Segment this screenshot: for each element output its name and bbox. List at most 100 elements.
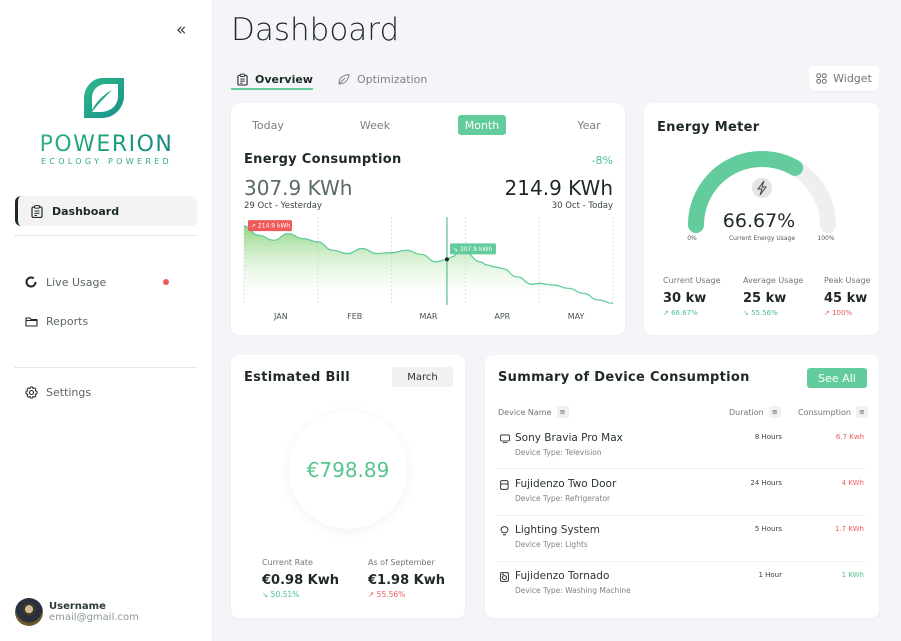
- tab-optimization[interactable]: Optimization: [337, 68, 427, 90]
- sidebar-item-dashboard[interactable]: Dashboard: [15, 196, 197, 226]
- folder-icon: [24, 314, 38, 328]
- estimated-bill-title: Estimated Bill: [244, 370, 350, 385]
- stat-label: Current Rate: [262, 558, 313, 567]
- device-summary-card: Summary of Device Consumption See All De…: [485, 355, 879, 618]
- widget-button[interactable]: Widget: [809, 66, 879, 91]
- device-row[interactable]: Fujidenzo Tornado Device Type: Washing M…: [498, 569, 866, 615]
- bill-amount: €798.89: [289, 411, 407, 529]
- column-device-name: Device Name ≡: [498, 406, 569, 418]
- loading-circle-icon: [24, 275, 38, 289]
- energy-meter-title: Energy Meter: [657, 120, 760, 135]
- see-all-button[interactable]: See All: [807, 368, 867, 388]
- peak-tag-label: ↗ 214.9 kWh: [251, 223, 290, 230]
- period-week[interactable]: Week: [352, 115, 398, 135]
- sidebar-item-label: Settings: [46, 385, 92, 399]
- current-rate-stat: Current Rate €0.98 Kwh ↘ 50.51%: [262, 558, 339, 599]
- period-month[interactable]: Month: [458, 115, 506, 135]
- device-row[interactable]: Sony Bravia Pro Max Device Type: Televis…: [498, 431, 866, 477]
- september-rate-stat: As of September €1.98 Kwh ↗ 55.56%: [368, 558, 445, 599]
- device-type: Device Type: Television: [515, 448, 602, 457]
- today-label: 30 Oct - Today: [551, 201, 613, 211]
- stat-label: Average Usage: [743, 276, 804, 285]
- sort-icon[interactable]: ≡: [768, 406, 781, 418]
- energy-consumption-card: Today Week Month Year Energy Consumption…: [231, 103, 625, 335]
- trend-up-icon: ↗: [824, 309, 833, 317]
- washer-icon: [500, 572, 510, 582]
- device-duration: 8 Hours: [754, 433, 782, 441]
- user-name: Username: [49, 601, 106, 612]
- device-type: Device Type: Lights: [515, 540, 588, 549]
- gauge-caption: Current Energy Usage: [729, 235, 795, 242]
- device-name: Fujidenzo Two Door: [515, 478, 617, 490]
- sidebar-item-label: Reports: [46, 314, 89, 328]
- sidebar-item-settings[interactable]: Settings: [24, 382, 184, 402]
- sort-icon[interactable]: ≡: [855, 406, 868, 418]
- tab-overview[interactable]: Overview: [237, 68, 313, 90]
- device-row[interactable]: Fujidenzo Two Door Device Type: Refriger…: [498, 477, 866, 523]
- energy-consumption-chart[interactable]: ↗ 214.9 kWh ↘ 307.9 kWh JAN FEB MAR APR MAY: [231, 213, 625, 335]
- brand-name: POWERION: [0, 132, 213, 157]
- sidebar: « POWERION ECOLOGY POWERED Dashboard Liv…: [0, 0, 213, 641]
- device-row[interactable]: Lighting System Device Type: Lights 5 Ho…: [498, 523, 866, 569]
- column-label: Device Name: [498, 407, 552, 417]
- stat-value: €1.98 Kwh: [368, 573, 445, 588]
- device-duration: 5 Hours: [754, 525, 782, 533]
- gear-icon: [24, 385, 38, 399]
- device-consumption: 1 KWh: [841, 571, 864, 579]
- column-label: Duration: [729, 407, 764, 417]
- stat-label: As of September: [368, 558, 435, 567]
- device-type: Device Type: Refrigerator: [515, 494, 611, 503]
- stat-value: 25 kw: [743, 291, 787, 306]
- energy-consumption-title: Energy Consumption: [244, 152, 402, 167]
- tab-label: Optimization: [357, 72, 428, 86]
- peak-usage-stat: Peak Usage 45 kw ↗ 100%: [824, 276, 870, 317]
- cursor-tag-label: ↘ 307.9 kWh: [453, 246, 492, 253]
- yesterday-label: 29 Oct - Yesterday: [244, 201, 322, 211]
- divider: [15, 367, 197, 368]
- bulb-icon: [500, 526, 510, 536]
- tv-icon: [500, 434, 510, 444]
- stat-value: 30 kw: [663, 291, 707, 306]
- trend-down-icon: ↘: [262, 590, 271, 599]
- leaf-logo-icon: [84, 78, 124, 118]
- stat-change: ↘ 55.56%: [743, 309, 778, 317]
- leaf-icon: [337, 73, 350, 86]
- trend-up-icon: ↗: [663, 309, 672, 317]
- today-value: 214.9 KWh: [504, 176, 613, 200]
- user-profile[interactable]: Username email@gmail.com: [15, 598, 139, 626]
- stat-value: €0.98 Kwh: [262, 573, 339, 588]
- month-selector[interactable]: March: [392, 367, 453, 387]
- x-axis-label: FEB: [347, 312, 362, 321]
- cursor-tag: ↘ 307.9 kWh: [449, 243, 496, 255]
- change-percent: -8%: [591, 154, 613, 167]
- device-consumption: 4 KWh: [841, 479, 864, 487]
- current-usage-stat: Current Usage 30 kw ↗ 66.67%: [663, 276, 721, 317]
- energy-meter-card: Energy Meter 66.67% 0% Current Energy Us…: [644, 103, 879, 335]
- average-usage-stat: Average Usage 25 kw ↘ 55.56%: [743, 276, 803, 317]
- clipboard-icon: [30, 204, 44, 218]
- stat-label: Peak Usage: [824, 276, 871, 285]
- collapse-sidebar-icon[interactable]: «: [176, 20, 186, 40]
- stat-change: ↗ 66.67%: [663, 309, 698, 317]
- x-axis-label: MAR: [420, 312, 438, 321]
- x-axis-label: MAY: [568, 312, 585, 321]
- device-duration: 24 Hours: [750, 479, 782, 487]
- brand-tagline: ECOLOGY POWERED: [41, 157, 172, 166]
- gauge-percent: 66.67%: [723, 210, 795, 232]
- stat-value: 45 kw: [824, 291, 868, 306]
- sidebar-item-live-usage[interactable]: Live Usage: [24, 272, 184, 292]
- sidebar-item-reports[interactable]: Reports: [24, 311, 184, 331]
- gauge-min-label: 0%: [687, 235, 697, 242]
- period-today[interactable]: Today: [245, 115, 291, 135]
- stat-label: Current Usage: [663, 276, 721, 285]
- column-consumption: Consumption ≡: [798, 406, 868, 418]
- chart-cursor-point[interactable]: [444, 257, 449, 262]
- device-consumption: 6.7 Kwh: [835, 433, 864, 441]
- period-year[interactable]: Year: [566, 115, 612, 135]
- sidebar-item-label: Live Usage: [46, 275, 107, 289]
- device-name: Sony Bravia Pro Max: [515, 432, 623, 444]
- fridge-icon: [500, 480, 510, 490]
- sort-icon[interactable]: ≡: [556, 406, 569, 418]
- x-axis-label: JAN: [273, 312, 288, 321]
- clipboard-icon: [237, 73, 248, 86]
